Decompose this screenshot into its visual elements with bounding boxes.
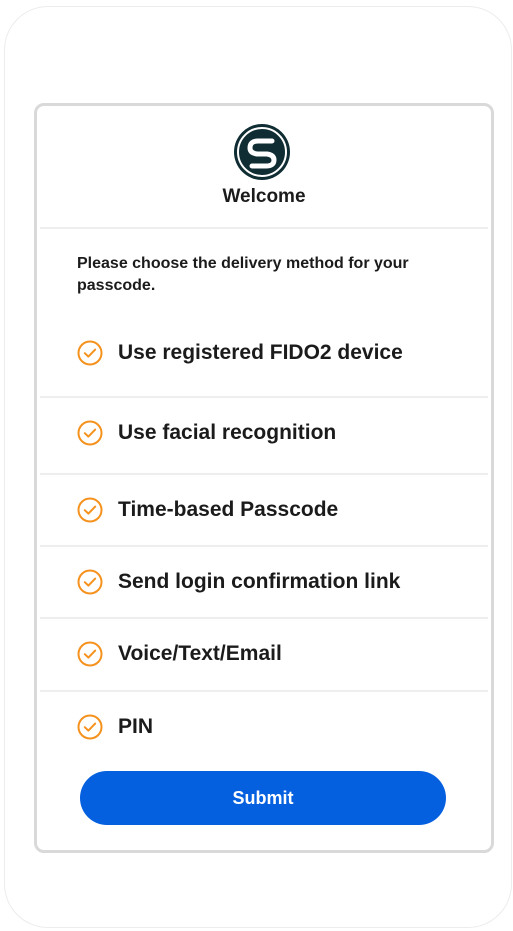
check-circle-icon [77, 641, 103, 667]
delivery-prompt: Please choose the delivery method for yo… [77, 255, 409, 294]
card-header: Welcome [37, 106, 491, 228]
option-fido2-device[interactable]: Use registered FIDO2 device [77, 338, 477, 368]
check-circle-icon [77, 340, 103, 366]
device-frame: Welcome Please choose the delivery metho… [4, 6, 512, 928]
option-divider [40, 396, 488, 398]
option-facial-recognition[interactable]: Use facial recognition [77, 418, 477, 448]
check-circle-icon [77, 497, 103, 523]
option-label: Voice/Text/Email [118, 642, 282, 665]
option-time-based-passcode[interactable]: Time-based Passcode [77, 495, 477, 525]
option-divider [40, 690, 488, 692]
option-voice-text-email[interactable]: Voice/Text/Email [77, 639, 477, 669]
option-label: Time-based Passcode [118, 498, 339, 521]
option-divider [40, 545, 488, 547]
check-circle-icon [77, 420, 103, 446]
option-login-confirmation-link[interactable]: Send login confirmation link [77, 567, 477, 597]
page-title: Welcome [222, 186, 306, 207]
option-pin[interactable]: PIN [77, 712, 477, 742]
option-label: Use registered FIDO2 device [118, 341, 403, 364]
check-circle-icon [77, 714, 103, 740]
option-label: PIN [118, 715, 154, 738]
s-circle-logo-icon [234, 124, 290, 180]
option-divider [40, 473, 488, 475]
submit-button[interactable]: Submit [80, 771, 446, 825]
option-label: Use facial recognition [118, 421, 337, 444]
option-label: Send login confirmation link [118, 570, 401, 593]
option-divider [40, 617, 488, 619]
check-circle-icon [77, 569, 103, 595]
header-divider [40, 227, 488, 229]
delivery-method-card: Welcome Please choose the delivery metho… [34, 103, 494, 853]
